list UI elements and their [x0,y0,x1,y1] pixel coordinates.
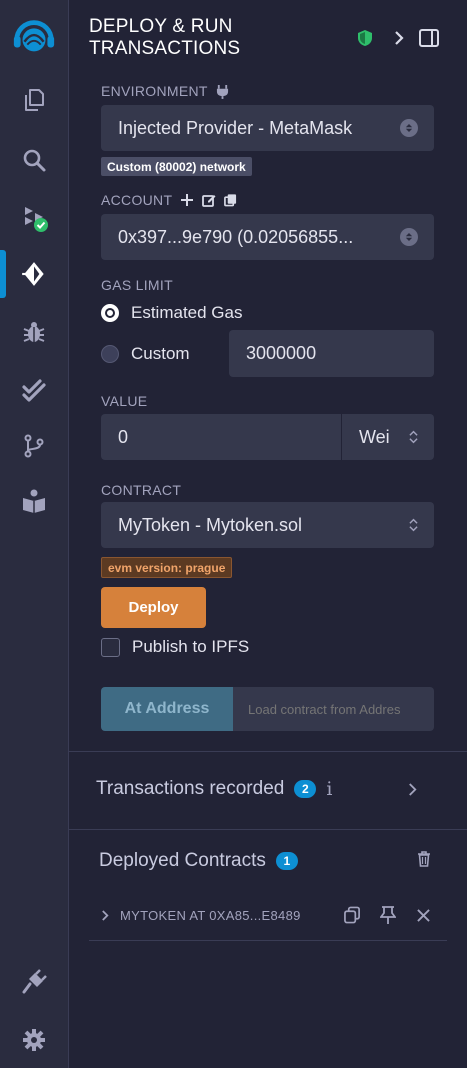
remix-logo-icon[interactable] [10,12,58,60]
divider [89,940,447,941]
environment-select[interactable]: Injected Provider - MetaMask [101,105,434,151]
learneth-book-icon[interactable] [14,480,54,520]
copy-address-icon[interactable] [344,906,361,924]
publish-ipfs-option[interactable]: Publish to IPFS [101,637,249,657]
chevron-right-icon[interactable] [393,27,405,49]
git-branch-icon[interactable] [14,426,54,466]
deployed-contracts-header: Deployed Contracts 1 [99,850,298,872]
close-icon[interactable] [417,908,430,922]
deploy-run-panel: DEPLOY & RUN TRANSACTIONS ENVIRONMENT In… [69,0,467,1068]
select-updown-icon [400,119,418,137]
gas-limit-label: GAS LIMIT [101,277,173,293]
account-label: ACCOUNT [101,192,237,208]
plug-icon[interactable] [216,84,229,99]
radio-unselected[interactable] [101,345,119,363]
updown-icon [409,518,418,532]
deploy-button[interactable]: Deploy [101,587,206,628]
divider [69,829,467,830]
deploy-run-icon[interactable] [14,254,54,294]
debugger-icon[interactable] [14,312,54,352]
panel-dock-icon[interactable] [419,27,439,49]
updown-icon [409,430,418,444]
evm-version-badge: evm version: prague [101,557,233,578]
active-indicator [0,250,6,298]
publish-ipfs-checkbox[interactable] [101,637,120,657]
icon-rail [0,0,69,1068]
gas-custom-option[interactable]: Custom [101,344,190,364]
account-select[interactable]: 0x397...9e790 (0.02056855... [101,214,434,260]
plugin-manager-icon[interactable] [14,962,54,1002]
value-input[interactable]: 0 [101,414,341,460]
network-badge: Custom (80002) network [101,157,252,176]
divider [69,751,467,752]
copy-icon[interactable] [224,193,237,207]
value-label: VALUE [101,393,148,409]
transactions-recorded-header[interactable]: Transactions recorded 2 i [96,778,332,800]
transactions-count-badge: 2 [294,780,317,798]
chevron-right-icon[interactable] [101,909,110,922]
deployed-contract-item[interactable]: MYTOKEN AT 0XA85...E8489 [101,902,437,928]
file-explorer-icon[interactable] [14,80,54,120]
solidity-compiler-icon[interactable] [14,198,54,238]
add-account-icon[interactable] [180,193,194,207]
panel-title: DEPLOY & RUN TRANSACTIONS [89,16,241,59]
contract-select[interactable]: MyToken - Mytoken.sol [101,502,434,548]
at-address-input[interactable] [233,687,434,731]
settings-gear-icon[interactable] [14,1020,54,1060]
gas-estimated-option[interactable]: Estimated Gas [101,303,243,323]
edit-icon[interactable] [202,193,216,207]
chevron-right-icon[interactable] [407,782,418,797]
search-icon[interactable] [14,140,54,180]
at-address-button[interactable]: At Address [101,687,233,731]
value-unit-select[interactable]: Wei [342,414,434,460]
environment-label: ENVIRONMENT [101,83,229,99]
testing-check-icon[interactable] [14,370,54,410]
deployed-contract-label: MYTOKEN AT 0XA85...E8489 [120,907,301,923]
info-icon[interactable]: i [326,778,332,800]
select-updown-icon [400,228,418,246]
trash-icon[interactable] [417,851,431,867]
pin-icon[interactable] [380,906,396,924]
radio-selected[interactable] [101,304,119,322]
deployed-count-badge: 1 [275,852,298,870]
shield-icon[interactable] [357,27,373,49]
gas-limit-input[interactable]: 3000000 [229,330,434,377]
contract-label: CONTRACT [101,482,182,498]
